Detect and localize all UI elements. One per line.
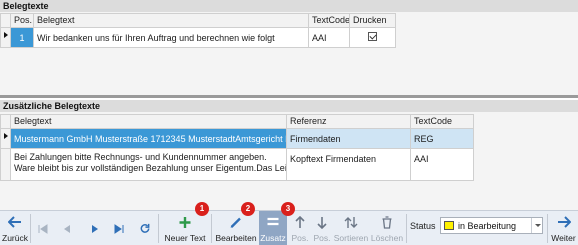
belegtexte-header: Belegtexte (0, 0, 578, 12)
cell-textcode[interactable]: REG (410, 128, 474, 149)
delete-label: Löschen (370, 233, 404, 243)
last-record-button[interactable] (110, 211, 128, 245)
arrow-right-icon (557, 216, 571, 228)
callout-badge-1: 1 (195, 202, 209, 216)
edit-label: Bearbeiten (215, 233, 257, 243)
checkbox-drucken[interactable] (368, 32, 377, 41)
row-indicator-icon (0, 27, 11, 48)
column-header-pos[interactable]: Pos. (10, 13, 34, 28)
separator (406, 214, 407, 243)
extra-button[interactable]: 3 Zusatz (259, 202, 295, 245)
position-up-label: Pos. (291, 233, 309, 243)
cell-textcode[interactable]: AAI (308, 27, 350, 48)
status-value: in Bearbeitung (458, 221, 517, 231)
cell-drucken[interactable] (349, 27, 396, 48)
refresh-button[interactable] (136, 211, 154, 245)
edit-button[interactable]: 2 Bearbeiten (215, 202, 257, 245)
status-label: Status (410, 221, 436, 231)
previous-icon (64, 225, 70, 233)
row-indicator-header (0, 13, 11, 28)
belegtexte-table: Pos. Belegtext TextCode Drucken 1 Wir be… (0, 13, 396, 48)
column-header-drucken[interactable]: Drucken (349, 13, 396, 28)
cell-referenz[interactable]: Kopftext Firmendaten (286, 148, 411, 181)
separator (30, 214, 31, 243)
delete-button[interactable]: Löschen (370, 211, 404, 245)
arrow-left-icon (8, 216, 21, 228)
zusaetzliche-belegtexte-table: Belegtext Referenz TextCode Mustermann G… (0, 114, 474, 181)
separator (547, 214, 548, 243)
column-header-belegtext[interactable]: Belegtext (33, 13, 309, 28)
zusaetzliche-belegtexte-header: Zusätzliche Belegtexte (0, 100, 578, 112)
position-down-label: Pos. (313, 233, 331, 243)
status-color-swatch (444, 221, 454, 230)
table-row[interactable]: Mustermann GmbH Musterstraße 1712345 Mus… (0, 128, 474, 149)
column-header-textcode[interactable]: TextCode (308, 13, 350, 28)
skip-last-icon (114, 224, 124, 234)
list-icon (267, 217, 279, 226)
column-header-textcode[interactable]: TextCode (410, 114, 474, 129)
next-record-button[interactable] (86, 211, 104, 245)
callout-badge-2: 2 (241, 202, 255, 216)
next-icon (92, 225, 98, 233)
status-select[interactable]: in Bearbeitung (440, 217, 543, 234)
splitter[interactable] (0, 95, 578, 98)
first-record-button[interactable] (34, 211, 52, 245)
sort-button[interactable]: Sortieren (333, 211, 369, 245)
sort-icon (344, 217, 358, 228)
cell-belegtext[interactable]: Bei Zahlungen bitte Rechnungs- und Kunde… (10, 148, 287, 181)
cell-referenz[interactable]: Firmendaten (286, 128, 411, 149)
back-button[interactable]: Zurück (0, 211, 30, 245)
new-text-button[interactable]: 1 Neuer Text (161, 202, 209, 245)
separator (211, 214, 212, 243)
cell-belegtext[interactable]: Wir bedanken uns für Ihren Auftrag und b… (33, 27, 309, 48)
skip-first-icon (38, 224, 48, 234)
cell-belegtext-line1: Bei Zahlungen bitte Rechnungs- und Kunde… (14, 152, 267, 162)
arrow-down-icon (317, 217, 327, 229)
row-indicator-header (0, 114, 11, 129)
table-row[interactable]: 1 Wir bedanken uns für Ihren Auftrag und… (0, 27, 396, 48)
sort-label: Sortieren (333, 233, 369, 243)
callout-badge-3: 3 (281, 202, 295, 216)
next-label: Weiter (551, 233, 576, 243)
cell-belegtext[interactable]: Mustermann GmbH Musterstraße 1712345 Mus… (10, 128, 287, 149)
pencil-icon (230, 217, 241, 228)
row-indicator (0, 148, 11, 181)
table-row[interactable]: Bei Zahlungen bitte Rechnungs- und Kunde… (0, 148, 474, 181)
column-header-belegtext[interactable]: Belegtext (10, 114, 287, 129)
row-indicator-icon (0, 128, 11, 149)
extra-label: Zusatz (260, 233, 286, 243)
next-button[interactable]: Weiter (549, 211, 578, 245)
previous-record-button[interactable] (58, 211, 76, 245)
trash-icon (382, 216, 392, 229)
position-up-button[interactable]: Pos. (289, 211, 311, 245)
cell-pos[interactable]: 1 (10, 27, 34, 48)
chevron-down-icon[interactable] (531, 218, 542, 233)
refresh-icon (140, 223, 150, 233)
plus-icon (179, 217, 191, 228)
separator (158, 214, 159, 243)
arrow-up-icon (295, 216, 305, 228)
new-text-label: Neuer Text (164, 233, 206, 243)
cell-belegtext-line2: Ware bleibt bis zur vollständigen Bezahl… (14, 163, 287, 173)
position-down-button[interactable]: Pos. (311, 211, 333, 245)
column-header-referenz[interactable]: Referenz (286, 114, 411, 129)
back-label: Zurück (2, 233, 28, 243)
cell-textcode[interactable]: AAI (410, 148, 474, 181)
